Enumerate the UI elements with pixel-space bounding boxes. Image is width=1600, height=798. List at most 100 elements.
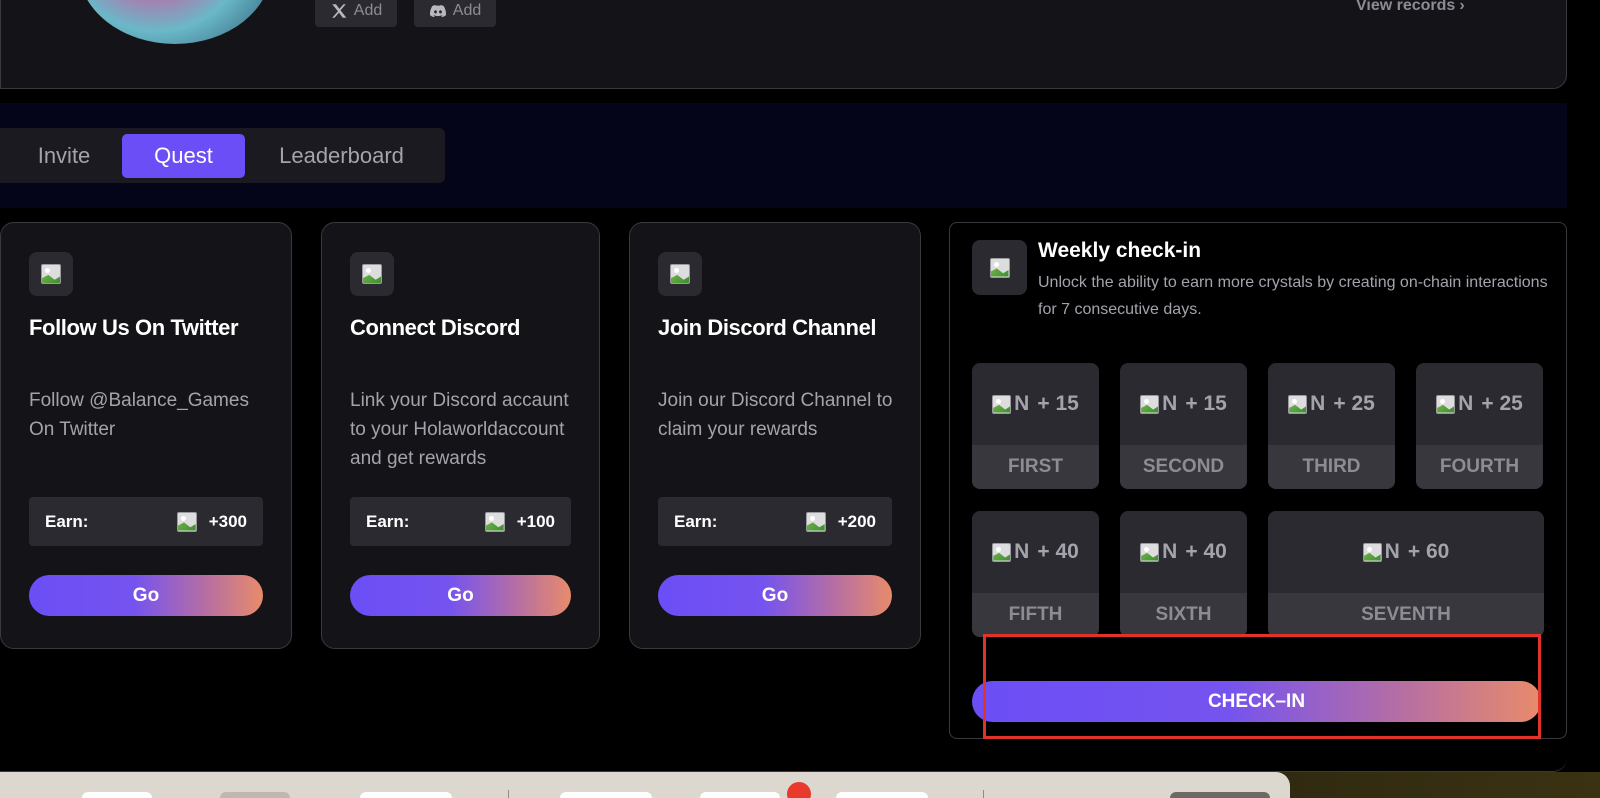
quest-description: Join our Discord Channel to claim your r…: [658, 390, 893, 440]
day-label: SECOND: [1120, 445, 1247, 489]
quest-description: Follow @Balance_Games On Twitter: [29, 390, 249, 440]
crystal-icon: [484, 511, 505, 532]
crystal-image: N: [1362, 540, 1400, 564]
broken-image-icon: [1362, 542, 1382, 562]
earn-box: Earn: +200: [658, 497, 892, 546]
earn-value: +300: [208, 511, 247, 531]
earn-box: Earn: +100: [350, 497, 571, 546]
tab-leaderboard[interactable]: Leaderboard: [254, 134, 429, 178]
day-second[interactable]: N + 15 SECOND: [1120, 363, 1247, 489]
dock-app-icon[interactable]: [700, 792, 780, 798]
day-label: SEVENTH: [1268, 593, 1544, 637]
weekly-icon: [972, 240, 1027, 295]
broken-image-icon: [670, 264, 690, 284]
broken-image-icon: [992, 394, 1012, 414]
add-x-label: Add: [353, 1, 383, 19]
view-records-label: View records: [1356, 0, 1456, 14]
day-label: FOURTH: [1416, 445, 1543, 489]
quest-card-join-discord: Join Discord Channel Join our Discord Ch…: [629, 222, 921, 649]
broken-image-icon: [1140, 394, 1160, 414]
day-reward: + 60: [1407, 540, 1450, 563]
crystal-image: N: [1140, 540, 1177, 564]
weekly-description: Unlock the ability to earn more crystals…: [1038, 274, 1548, 318]
dock-app-icon[interactable]: [560, 792, 652, 798]
broken-image-icon: [989, 257, 1010, 278]
crystal-icon: [805, 511, 826, 532]
dock-app-icon[interactable]: [1170, 792, 1270, 798]
day-label: FIFTH: [972, 593, 1099, 637]
weekly-title: Weekly check-in: [1038, 239, 1202, 262]
quest-title: Follow Us On Twitter: [29, 315, 239, 340]
earn-label: Earn:: [45, 511, 89, 531]
quest-icon: [658, 252, 702, 296]
quest-description: Link your Discord accaunt to your Holawo…: [350, 390, 569, 469]
quest-title: Join Discord Channel: [658, 315, 877, 340]
earn-value: +200: [837, 511, 876, 531]
earn-box: Earn: +300: [29, 497, 263, 546]
check-in-button[interactable]: CHECK–IN: [972, 681, 1541, 722]
discord-logo-icon: [429, 4, 446, 17]
dock-separator: [508, 790, 509, 798]
broken-image-icon: [362, 264, 382, 284]
day-label: SIXTH: [1120, 593, 1247, 637]
broken-image-icon: [41, 264, 61, 284]
crystal-image: N: [1288, 392, 1325, 416]
day-label: FIRST: [972, 445, 1099, 489]
day-reward: + 40: [1185, 540, 1227, 563]
go-button[interactable]: Go: [658, 575, 892, 616]
go-button[interactable]: Go: [350, 575, 571, 616]
go-button[interactable]: Go: [29, 575, 263, 616]
image-alt-text: N: [1162, 540, 1178, 563]
dock-app-icon[interactable]: [220, 792, 290, 798]
crystal-icon: [176, 511, 197, 532]
day-fifth[interactable]: N + 40 FIFTH: [972, 511, 1099, 637]
image-alt-text: N: [1014, 540, 1030, 563]
broken-image-icon: [1140, 542, 1160, 562]
day-label: THIRD: [1268, 445, 1395, 489]
main-panel-bottom-edge: [0, 758, 1567, 772]
tab-quest[interactable]: Quest: [122, 134, 245, 178]
crystal-image: N: [992, 540, 1029, 564]
broken-image-icon: [1288, 394, 1308, 414]
image-alt-text: N: [1014, 392, 1030, 415]
day-third[interactable]: N + 25 THIRD: [1268, 363, 1395, 489]
earn-value: +100: [516, 511, 555, 531]
image-alt-text: N: [1162, 392, 1178, 415]
broken-image-icon: [992, 542, 1012, 562]
dock-app-icon[interactable]: [82, 792, 152, 798]
image-alt-text: N: [1458, 392, 1474, 415]
chevron-right-icon: ›: [1459, 0, 1465, 14]
day-fourth[interactable]: N + 25 FOURTH: [1416, 363, 1543, 489]
quest-icon: [29, 252, 73, 296]
weekly-checkin-card: Weekly check-in Unlock the ability to ea…: [949, 222, 1567, 739]
view-records-link[interactable]: View records ›: [1356, 0, 1465, 18]
day-seventh[interactable]: N + 60 SEVENTH: [1268, 511, 1544, 637]
day-reward: + 15: [1037, 392, 1079, 415]
day-reward: + 40: [1037, 540, 1079, 563]
crystal-image: N: [1436, 392, 1473, 416]
day-reward: + 25: [1481, 392, 1523, 415]
dock-separator: [983, 790, 984, 798]
broken-image-icon: [1436, 394, 1456, 414]
image-alt-text: N: [1384, 540, 1400, 563]
tab-invite[interactable]: Invite: [14, 134, 114, 178]
day-first[interactable]: N + 15 FIRST: [972, 363, 1099, 489]
image-alt-text: N: [1310, 392, 1326, 415]
quest-card-connect-discord: Connect Discord Link your Discord accaun…: [321, 222, 600, 649]
crystal-image: N: [992, 392, 1029, 416]
x-logo-icon: [332, 3, 347, 18]
day-sixth[interactable]: N + 40 SIXTH: [1120, 511, 1247, 637]
earn-label: Earn:: [674, 511, 718, 531]
dock-app-icon[interactable]: [360, 792, 452, 798]
dock-app-icon[interactable]: [836, 792, 928, 798]
day-reward: + 15: [1185, 392, 1227, 415]
add-discord-label: Add: [452, 1, 482, 19]
day-reward: + 25: [1333, 392, 1375, 415]
add-discord-button[interactable]: Add: [414, 0, 496, 27]
quest-title: Connect Discord: [350, 315, 521, 340]
crystal-image: N: [1140, 392, 1177, 416]
quest-card-twitter: Follow Us On Twitter Follow @Balance_Gam…: [0, 222, 292, 649]
earn-label: Earn:: [366, 511, 410, 531]
quest-icon: [350, 252, 394, 296]
add-x-button[interactable]: Add: [315, 0, 397, 27]
